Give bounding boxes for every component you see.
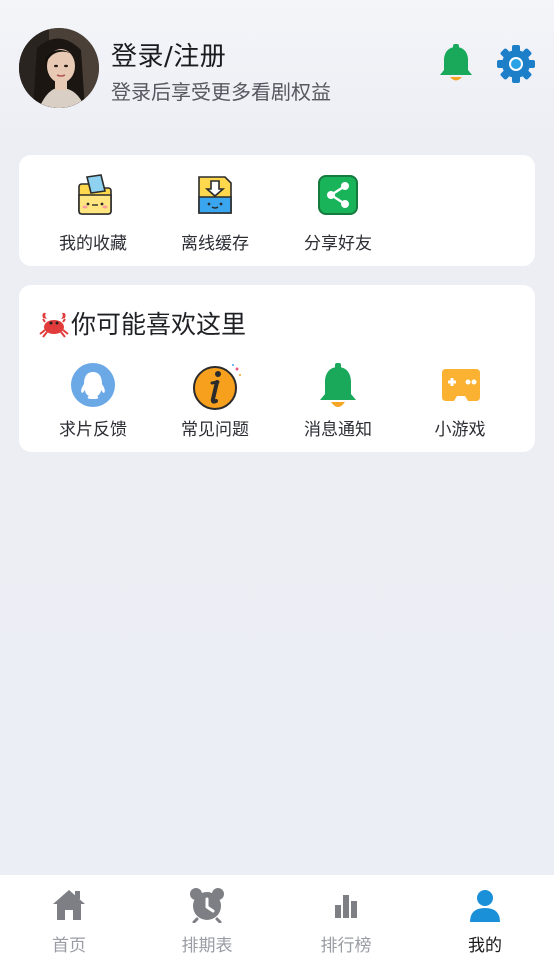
login-register-link[interactable]: 登录/注册 <box>111 36 226 73</box>
share-icon <box>316 173 360 217</box>
share-friends-label: 分享好友 <box>304 234 372 254</box>
info-icon <box>193 363 241 410</box>
download-cache-icon <box>193 173 237 217</box>
gear-icon[interactable] <box>496 44 536 84</box>
message-notification-button[interactable]: 消息通知 <box>278 363 398 443</box>
login-benefit-text: 登录后享受更多看剧权益 <box>111 80 331 104</box>
user-icon <box>467 887 503 923</box>
home-icon <box>51 887 87 923</box>
mini-games-button[interactable]: 小游戏 <box>400 363 520 443</box>
tab-ranking-label: 排行榜 <box>320 936 372 956</box>
faq-label: 常见问题 <box>181 420 249 440</box>
message-notification-label: 消息通知 <box>304 420 372 440</box>
avatar[interactable] <box>19 28 99 108</box>
my-favorites-label: 我的收藏 <box>59 234 127 254</box>
tab-home-label: 首页 <box>52 936 86 956</box>
profile-page: 登录/注册 登录后享受更多看剧权益 我的收藏 离线缓存 分享好友 你可能喜欢这里… <box>0 0 554 957</box>
bottom-nav: 首页 排期表 排行榜 我的 <box>0 874 554 957</box>
bar-chart-icon <box>328 887 364 923</box>
qq-penguin-icon <box>71 363 115 407</box>
bell-icon <box>316 363 360 407</box>
offline-cache-label: 离线缓存 <box>181 234 249 254</box>
recommend-section-title: 你可能喜欢这里 <box>39 305 246 341</box>
tab-schedule[interactable]: 排期表 <box>138 875 276 957</box>
tab-ranking[interactable]: 排行榜 <box>277 875 415 957</box>
folder-favorite-icon <box>71 173 115 217</box>
quick-actions-card: 我的收藏 离线缓存 分享好友 <box>19 155 535 266</box>
offline-cache-button[interactable]: 离线缓存 <box>155 173 275 254</box>
tab-schedule-label: 排期表 <box>181 936 233 956</box>
share-friends-button[interactable]: 分享好友 <box>278 173 398 254</box>
my-favorites-button[interactable]: 我的收藏 <box>33 173 153 254</box>
profile-header: 登录/注册 登录后享受更多看剧权益 <box>0 0 554 140</box>
tab-mine[interactable]: 我的 <box>416 875 554 957</box>
alarm-clock-icon <box>189 887 225 924</box>
bell-icon[interactable] <box>437 44 475 84</box>
gamepad-icon <box>438 363 482 407</box>
recommend-card: 你可能喜欢这里 求片反馈 常见问题 消息通知 小游戏 <box>19 285 535 452</box>
faq-button[interactable]: 常见问题 <box>155 363 275 443</box>
mini-games-label: 小游戏 <box>434 420 486 440</box>
movie-request-feedback-label: 求片反馈 <box>59 420 127 440</box>
movie-request-feedback-button[interactable]: 求片反馈 <box>33 363 153 443</box>
crab-icon <box>39 310 69 338</box>
tab-mine-label: 我的 <box>468 936 502 956</box>
tab-home[interactable]: 首页 <box>0 875 138 957</box>
recommend-title-text: 你可能喜欢这里 <box>71 310 247 339</box>
